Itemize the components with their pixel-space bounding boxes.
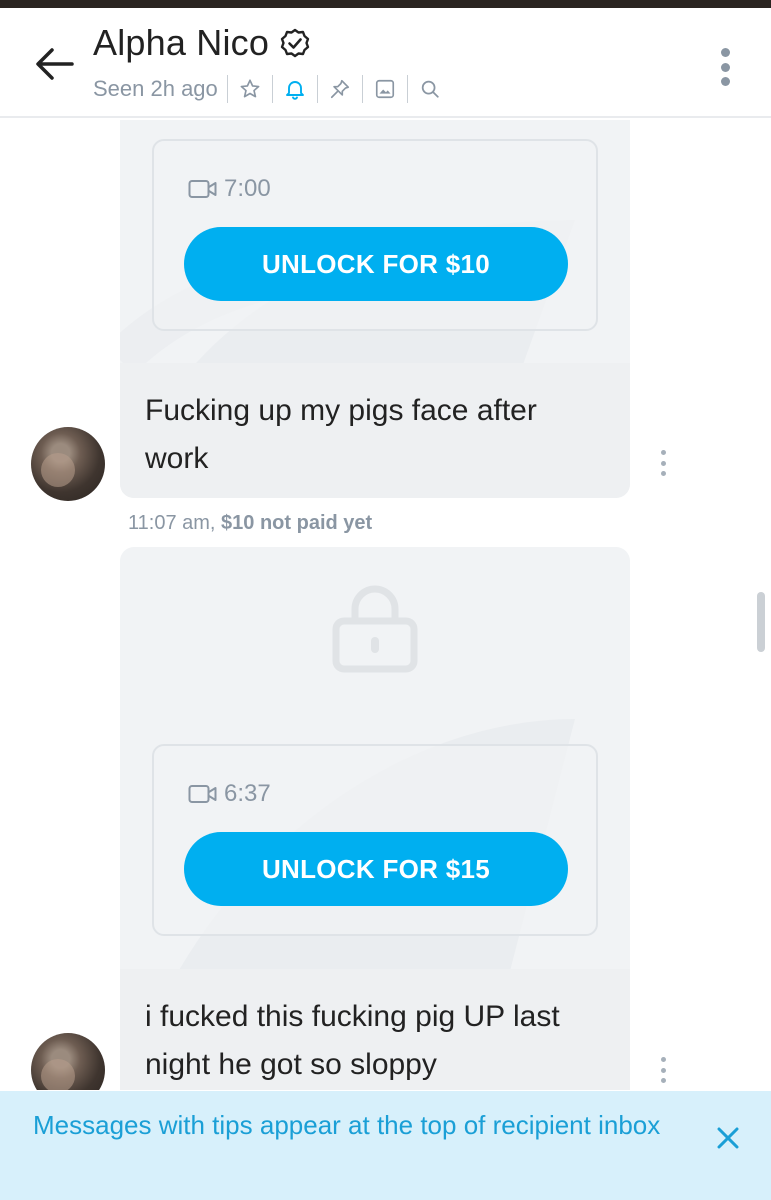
payment-status: $10 not paid yet <box>221 512 373 534</box>
more-options-icon[interactable] <box>710 44 740 90</box>
divider <box>406 75 408 103</box>
message-options-icon[interactable] <box>657 450 669 476</box>
unlock-button[interactable]: UNLOCK FOR $15 <box>184 832 568 906</box>
avatar[interactable] <box>31 427 105 501</box>
message-bubble: 6:37 UNLOCK FOR $15 i fucked this fuckin… <box>120 547 630 1090</box>
locked-video-card: 7:00 UNLOCK FOR $10 <box>152 139 598 331</box>
message-options-icon[interactable] <box>657 1057 669 1083</box>
last-seen-status: Seen 2h ago <box>93 76 218 101</box>
chat-header: Alpha Nico Seen 2h ago <box>0 8 771 118</box>
message-timestamp: 11:07 am, $10 not paid yet <box>128 512 373 534</box>
search-icon[interactable] <box>417 76 443 102</box>
video-duration: 6:37 <box>188 780 271 808</box>
lock-icon <box>332 585 418 673</box>
divider <box>316 75 318 103</box>
locked-video-card: 6:37 UNLOCK FOR $15 <box>152 744 598 936</box>
scrollbar[interactable] <box>757 592 765 652</box>
message-text-block: i fucked this fucking pig UP last night … <box>120 969 630 1090</box>
divider <box>226 75 228 103</box>
message-text-block: Fucking up my pigs face after work <box>120 363 630 498</box>
message-feed[interactable]: 7:00 UNLOCK FOR $10 Fucking up my pigs f… <box>0 120 771 1090</box>
image-icon[interactable] <box>372 76 398 102</box>
video-camera-icon <box>188 180 217 198</box>
message-text: Fucking up my pigs face after work <box>145 394 537 475</box>
contact-name[interactable]: Alpha Nico <box>93 22 269 64</box>
star-icon[interactable] <box>237 76 263 102</box>
status-strip <box>0 0 771 8</box>
message-text: i fucked this fucking pig UP last night … <box>145 1000 560 1081</box>
chat-title[interactable]: Alpha Nico <box>93 22 311 64</box>
tips-notice-banner: Messages with tips appear at the top of … <box>0 1091 771 1200</box>
divider <box>361 75 363 103</box>
avatar[interactable] <box>31 1033 105 1090</box>
divider <box>271 75 273 103</box>
message-bubble: 7:00 UNLOCK FOR $10 Fucking up my pigs f… <box>120 120 630 498</box>
notice-text: Messages with tips appear at the top of … <box>33 1110 661 1140</box>
back-arrow-icon[interactable] <box>34 46 74 82</box>
video-camera-icon <box>188 785 217 803</box>
unlock-button[interactable]: UNLOCK FOR $10 <box>184 227 568 301</box>
bell-icon[interactable] <box>282 76 308 102</box>
header-subbar: Seen 2h ago <box>93 74 443 104</box>
close-icon[interactable] <box>712 1122 744 1154</box>
verified-badge-icon <box>280 28 310 58</box>
video-duration: 7:00 <box>188 175 271 203</box>
pin-icon[interactable] <box>327 76 353 102</box>
